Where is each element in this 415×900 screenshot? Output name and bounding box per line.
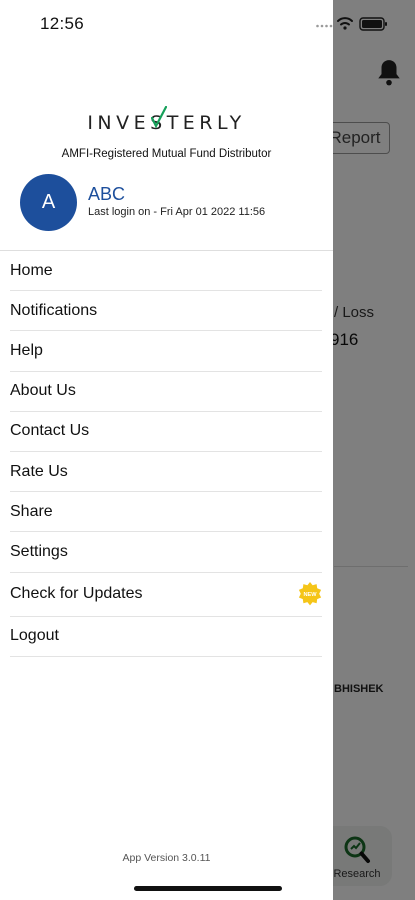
svg-text:NEW: NEW — [303, 592, 317, 598]
menu-item-about-us[interactable]: About Us — [10, 372, 322, 412]
logo-checkmark-icon — [151, 106, 167, 128]
menu-item-help[interactable]: Help — [10, 331, 322, 372]
menu-item-notifications[interactable]: Notifications — [10, 291, 322, 332]
avatar[interactable]: A — [20, 174, 77, 231]
menu-item-label: Rate Us — [10, 462, 68, 480]
menu-item-contact-us[interactable]: Contact Us — [10, 412, 322, 452]
last-login-text: Last login on - Fri Apr 01 2022 11:56 — [88, 206, 266, 218]
status-time: 12:56 — [40, 14, 85, 33]
user-name[interactable]: ABC — [88, 184, 125, 205]
app-version: App Version 3.0.11 — [122, 852, 211, 864]
investerly-logo: INVESTERLY — [0, 106, 333, 134]
menu-item-logout[interactable]: Logout — [10, 617, 322, 657]
signal-icon — [316, 24, 333, 28]
menu-item-label: Contact Us — [10, 422, 90, 440]
new-badge-icon: NEW — [298, 582, 322, 606]
menu-item-label: About Us — [10, 382, 76, 400]
menu-item-label: Home — [10, 261, 53, 279]
menu-item-check-for-updates[interactable]: Check for Updates NEW — [10, 573, 322, 617]
wifi-icon — [337, 17, 353, 26]
menu-item-share[interactable]: Share — [10, 492, 322, 533]
drawer-menu: Home Notifications Help About Us Contact… — [0, 251, 333, 657]
menu-item-label: Share — [10, 502, 53, 520]
tagline: AMFI-Registered Mutual Fund Distributor — [61, 148, 272, 160]
menu-item-label: Check for Updates — [10, 585, 143, 602]
menu-item-label: Help — [10, 341, 43, 359]
status-icons — [316, 14, 402, 32]
menu-item-label: Logout — [10, 627, 59, 645]
menu-item-label: Notifications — [10, 301, 98, 319]
menu-item-label: Settings — [10, 542, 68, 560]
battery-icon — [359, 17, 387, 31]
home-indicator[interactable] — [134, 886, 282, 891]
menu-item-rate-us[interactable]: Rate Us — [10, 452, 322, 493]
menu-item-home[interactable]: Home — [10, 251, 322, 292]
navigation-drawer: INVESTERLY AMFI-Registered Mutual Fund D… — [0, 0, 333, 900]
menu-item-settings[interactable]: Settings — [10, 532, 322, 573]
